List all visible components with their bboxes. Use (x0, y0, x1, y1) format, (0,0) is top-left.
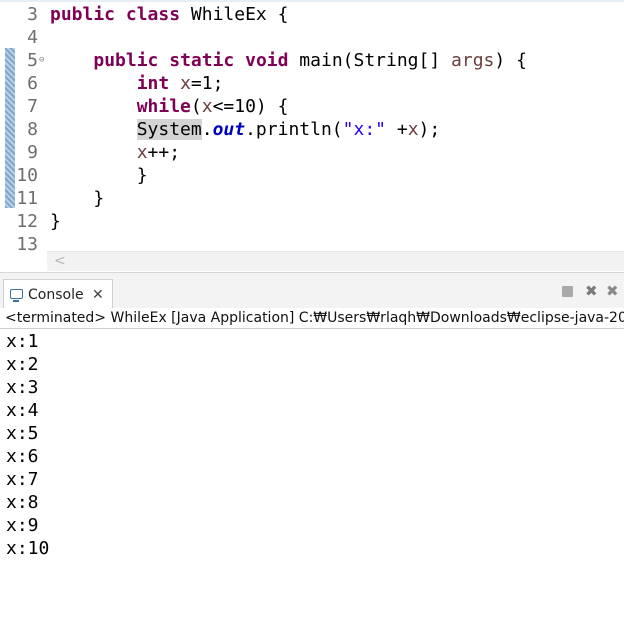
console-output-line: x:4 (6, 400, 39, 421)
code-text: } (50, 210, 61, 233)
console-output-line: x:8 (6, 492, 39, 513)
line-number: 3 (27, 4, 38, 25)
code-token: + (386, 119, 408, 140)
fold-toggle-icon[interactable]: ⊖ (39, 49, 44, 72)
code-token: void (245, 50, 289, 71)
console-output-line: x:9 (6, 515, 39, 536)
console-output-line: x:3 (6, 377, 39, 398)
line-number: 4 (27, 27, 38, 48)
code-token: "x:" (342, 119, 386, 140)
code-token: <=10) { (212, 96, 289, 117)
code-token: . (201, 119, 213, 140)
line-number: 5 (27, 50, 38, 71)
code-token: x (407, 119, 419, 140)
code-token: main(String[] (288, 50, 452, 71)
line-number: 12 (16, 211, 38, 232)
line-number: 7 (27, 96, 38, 117)
console-tab-bar: Console ✕ ✖ ✖ (0, 272, 624, 310)
code-token: int (136, 73, 170, 94)
code-token: } (50, 188, 105, 209)
code-editor[interactable]: 3 public class WhileEx { 4 5 ⊖ public static… (0, 0, 624, 272)
code-text: public static void main(String[] args) { (50, 49, 527, 72)
code-token: .println( (245, 119, 343, 140)
close-icon[interactable]: ✕ (92, 280, 104, 310)
console-output-line: x:5 (6, 423, 39, 444)
console-output-line: x:6 (6, 446, 39, 467)
code-token: static (169, 50, 235, 71)
console-output-line: x:1 (6, 331, 39, 352)
code-token: ++; (147, 142, 181, 163)
code-token: x (180, 73, 191, 94)
console-status-line: <terminated> WhileEx [Java Application] … (0, 308, 624, 329)
remove-launch-button[interactable]: ✖ (585, 282, 598, 300)
line-number: 6 (27, 73, 38, 94)
editor-horizontal-scrollbar[interactable]: < (47, 251, 624, 271)
code-token: public (93, 50, 159, 71)
code-token: ( (190, 96, 202, 117)
code-text: } (50, 187, 104, 210)
code-token: x (136, 142, 148, 163)
line-number: 8 (27, 119, 38, 140)
code-token: class (125, 4, 181, 25)
remove-all-terminated-button[interactable]: ✖ (606, 282, 619, 300)
code-token: ) { (494, 50, 527, 71)
line-number: 13 (16, 234, 38, 255)
code-token: args (451, 50, 495, 71)
console-icon (10, 289, 23, 302)
code-text: public class WhileEx { (50, 3, 288, 26)
code-token: } (50, 165, 148, 186)
console-output[interactable]: x:1 x:2 x:3 x:4 x:5 x:6 x:7 x:8 x:9 x:10 (0, 330, 624, 635)
scroll-left-arrow-icon[interactable]: < (54, 252, 66, 271)
console-status-text: <terminated> WhileEx [Java Application] … (5, 310, 624, 326)
code-text: System.out.println("x:" +x); (50, 118, 440, 141)
line-number: 10 (16, 165, 38, 186)
console-output-line: x:2 (6, 354, 39, 375)
line-number: 11 (16, 188, 38, 209)
tab-console[interactable]: Console ✕ (3, 279, 113, 310)
code-text: x++; (50, 141, 180, 164)
terminate-button[interactable] (562, 286, 573, 297)
code-token: x (201, 96, 213, 117)
code-token: while (136, 96, 191, 117)
code-text: } (50, 164, 148, 187)
code-token: } (50, 211, 61, 232)
code-text: while(x<=10) { (50, 95, 289, 118)
code-token: out (212, 119, 246, 140)
code-text: int x=1; (50, 72, 224, 95)
line-number: 9 (27, 142, 38, 163)
console-tab-label: Console (28, 287, 84, 303)
code-token: =1; (190, 73, 224, 94)
code-token: ); (418, 119, 441, 140)
console-output-line: x:10 (6, 538, 50, 559)
editor-top-border (0, 0, 624, 2)
console-output-line: x:7 (6, 469, 39, 490)
code-token: WhileEx { (180, 4, 289, 25)
code-token: public (50, 4, 116, 25)
code-token: System (136, 119, 202, 140)
